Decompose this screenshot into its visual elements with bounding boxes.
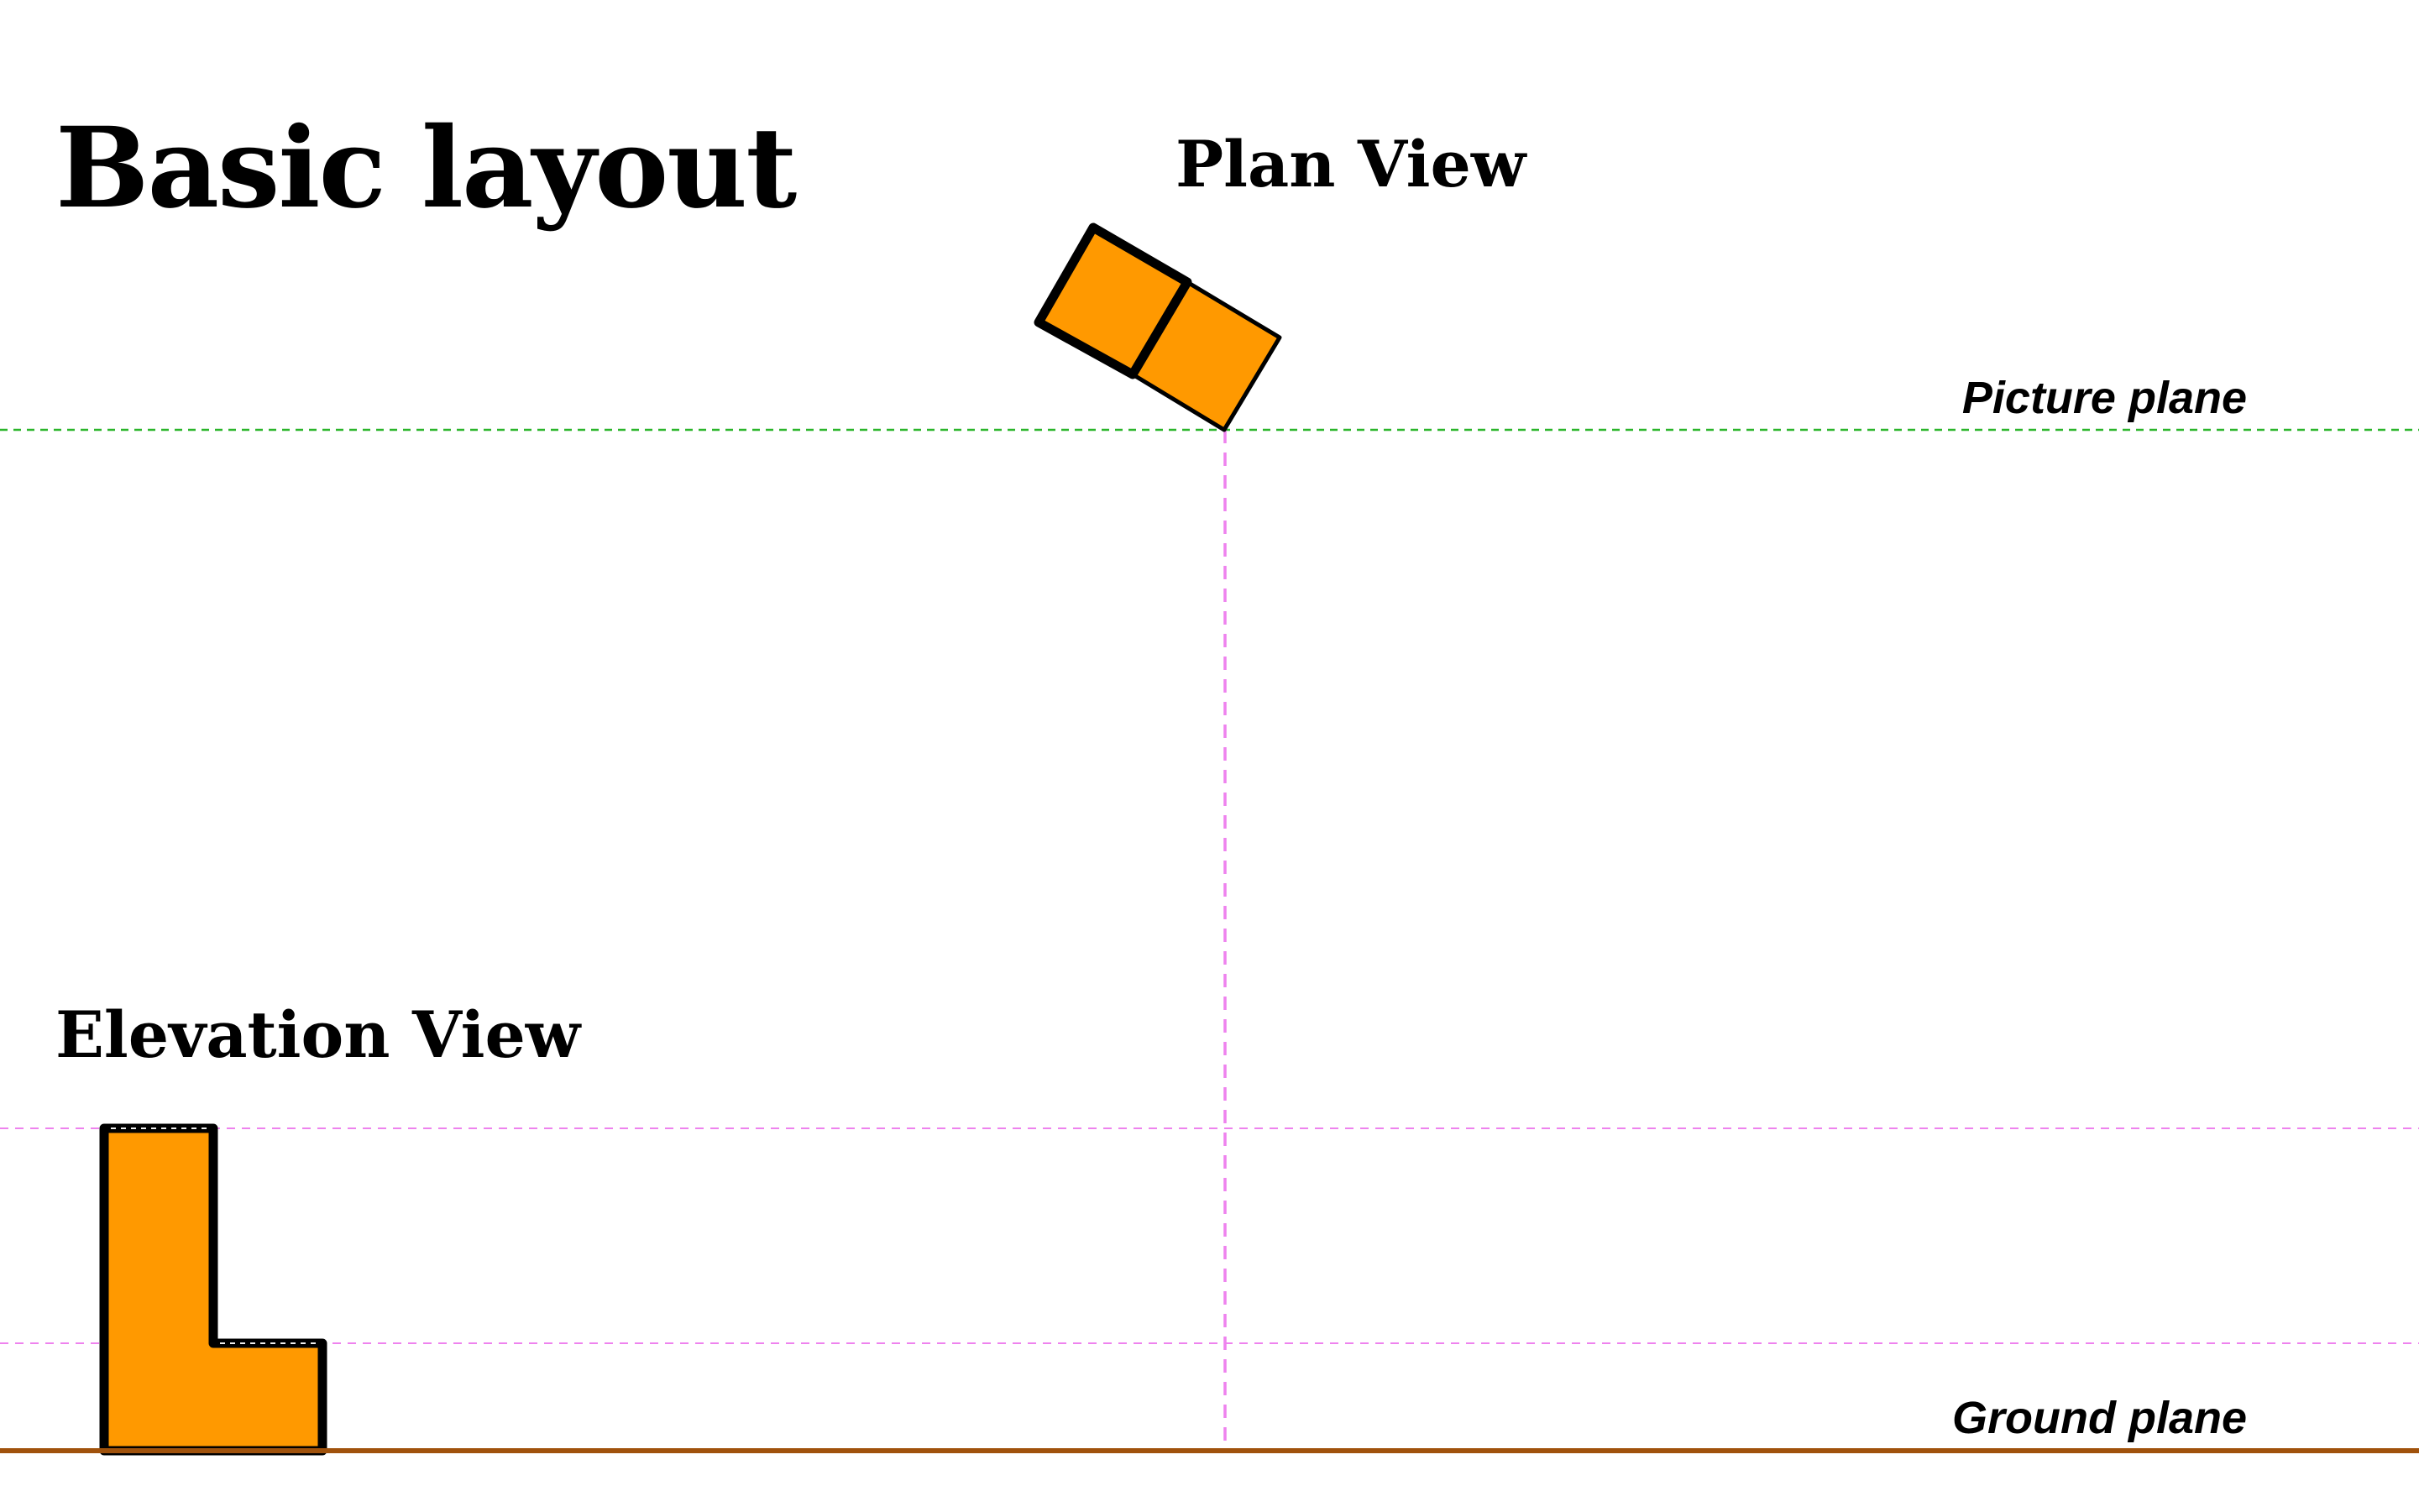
- diagram-title: Basic layout: [55, 103, 797, 233]
- plan-view-label: Plan View: [1175, 127, 1527, 201]
- plan-view-object: [1034, 222, 1282, 432]
- elevation-view-object: [99, 1123, 327, 1456]
- elevation-l-shape: [99, 1123, 327, 1456]
- elevation-view-label: Elevation View: [55, 997, 582, 1072]
- layout-diagram: Basic layout Plan View Elevation View Pi…: [0, 103, 2419, 1456]
- ground-plane-label: Ground plane: [1952, 1393, 2247, 1443]
- picture-plane-label: Picture plane: [1962, 373, 2247, 423]
